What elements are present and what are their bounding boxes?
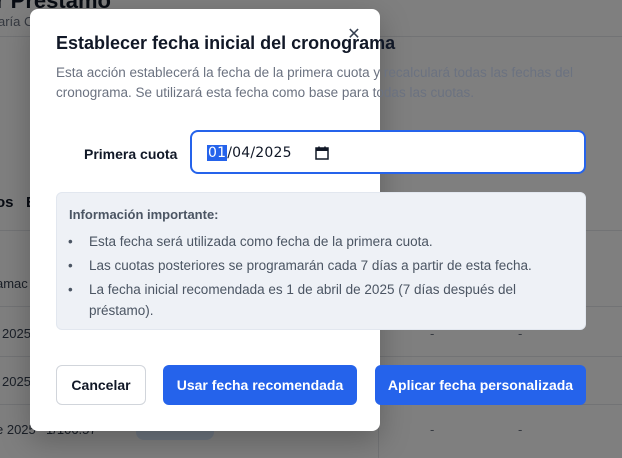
- calendar-icon[interactable]: [314, 145, 330, 161]
- important-info-box: Información importante: Esta fecha será …: [56, 192, 586, 330]
- info-item: Las cuotas posteriores se programarán ca…: [57, 255, 585, 276]
- dialog-title: Establecer fecha inicial del cronograma: [56, 33, 396, 53]
- date-rest-segment[interactable]: /04/2025: [227, 145, 291, 161]
- info-item: La fecha inicial recomendada es 1 de abr…: [57, 279, 585, 321]
- use-recommended-date-button[interactable]: Usar fecha recomendada: [163, 365, 357, 405]
- dialog-description: Esta acción establecerá la fecha de la p…: [56, 65, 574, 100]
- first-installment-label: Primera cuota: [84, 146, 178, 162]
- date-day-segment[interactable]: 01: [207, 145, 228, 161]
- apply-custom-date-button[interactable]: Aplicar fecha personalizada: [375, 365, 586, 405]
- info-list: Esta fecha será utilizada como fecha de …: [57, 231, 585, 324]
- cancel-button[interactable]: Cancelar: [56, 365, 146, 405]
- info-item: Esta fecha será utilizada como fecha de …: [57, 231, 585, 252]
- info-title: Información importante:: [69, 207, 219, 222]
- date-value[interactable]: 01/04/2025: [207, 145, 292, 161]
- first-installment-date-input[interactable]: 01/04/2025: [190, 130, 586, 174]
